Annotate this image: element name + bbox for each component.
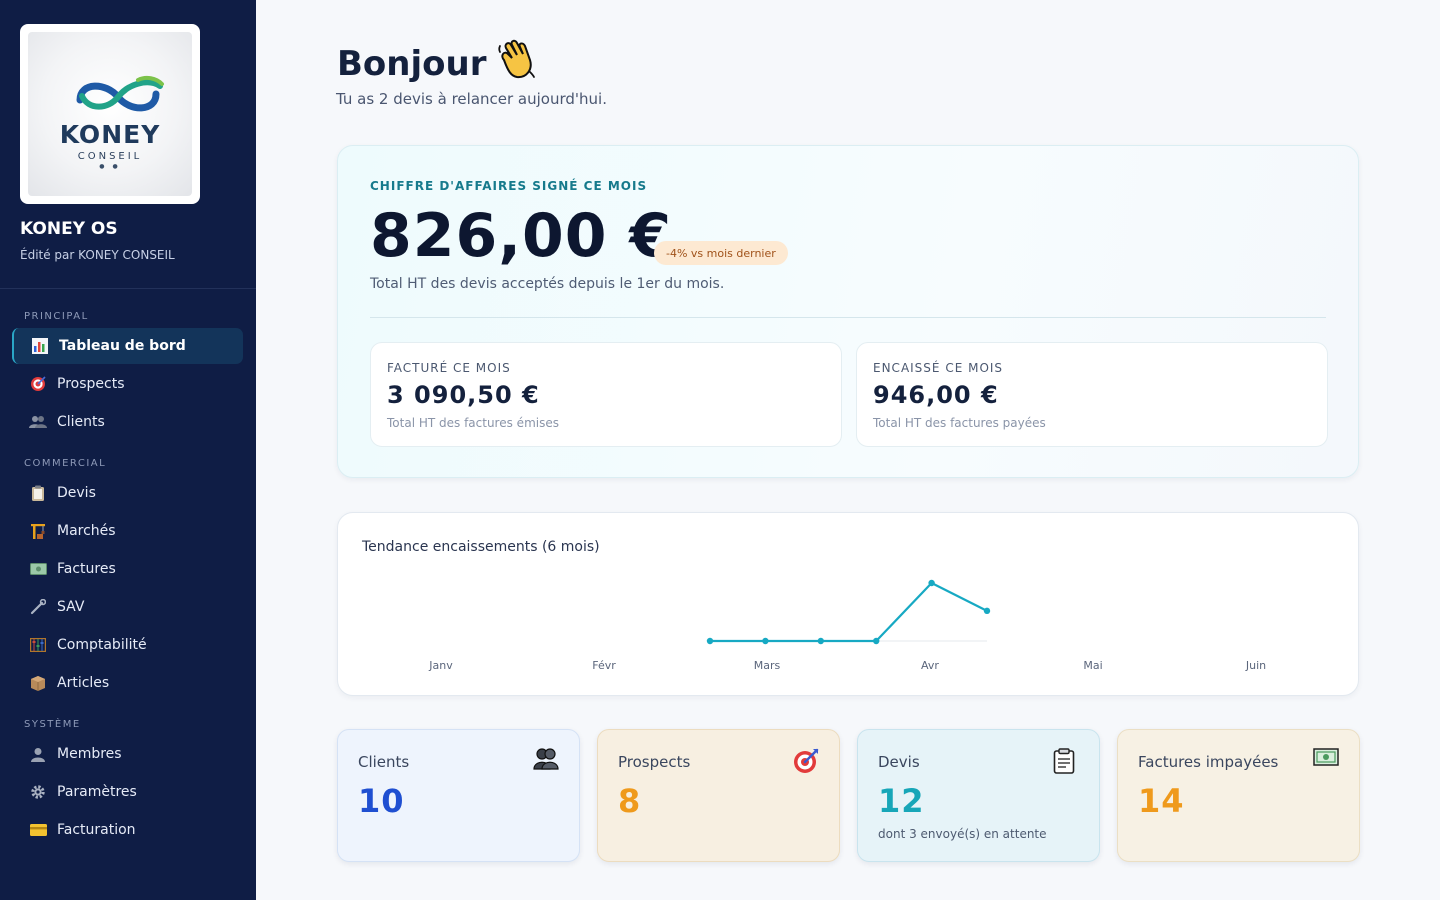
logo-wordmark: KONEY xyxy=(59,120,161,149)
sidebar-item-devis[interactable]: Devis xyxy=(12,475,243,511)
logo-dots: ● ● xyxy=(99,163,121,170)
sidebar-item-label: Facturation xyxy=(57,822,136,838)
stat-value: 12 xyxy=(878,782,925,820)
chart-point-1[interactable] xyxy=(762,637,769,645)
revenue-label: CHIFFRE D'AFFAIRES SIGNÉ CE MOIS xyxy=(370,179,648,193)
chart-tick-label: Févr xyxy=(592,659,616,672)
clipboard-icon xyxy=(1053,748,1079,774)
sidebar-item-label: Prospects xyxy=(57,376,125,392)
user-icon xyxy=(28,746,48,762)
box-icon xyxy=(28,675,48,691)
credit-card-icon xyxy=(28,822,48,838)
target-icon xyxy=(28,376,48,392)
invoiced-label: FACTURÉ CE MOIS xyxy=(387,361,511,375)
infinity-logo-icon xyxy=(76,75,164,112)
chart-point-3[interactable] xyxy=(873,637,880,645)
target-icon xyxy=(793,748,819,774)
wrench-icon xyxy=(28,599,48,615)
chart-tick-label: Mars xyxy=(754,659,781,672)
chart-point-2[interactable] xyxy=(817,637,824,645)
waving-hand-icon xyxy=(496,38,536,89)
app-publisher: Édité par KONEY CONSEIL xyxy=(20,248,175,262)
stat-value: 8 xyxy=(618,782,642,820)
users-icon xyxy=(28,414,48,430)
company-logo[interactable]: KONEY CONSEIL ● ● xyxy=(20,24,200,204)
sidebar-item-label: Membres xyxy=(57,746,122,762)
trend-chart-card: Tendance encaissements (6 mois) Janv Févr… xyxy=(337,512,1359,696)
abacus-icon xyxy=(28,637,48,653)
cashed-description: Total HT des factures payées xyxy=(873,416,1046,430)
sidebar-item-parametres[interactable]: Paramètres xyxy=(12,774,243,810)
sidebar-item-clients[interactable]: Clients xyxy=(12,404,243,440)
trend-chart: Janv Févr Mars Avr Mai Juin xyxy=(428,579,1266,672)
revenue-trend-badge: -4% vs mois dernier xyxy=(654,241,788,265)
chart-tick-label: Juin xyxy=(1245,659,1266,672)
sidebar-item-label: Articles xyxy=(57,675,110,691)
gear-icon xyxy=(28,784,48,800)
revenue-value: 826,00 € xyxy=(370,201,673,271)
chart-point-5[interactable] xyxy=(983,607,991,615)
stat-card-factures-impayées[interactable]: Factures impayées 14 xyxy=(1117,729,1360,862)
stat-label: Devis xyxy=(878,753,920,771)
stat-description: dont 3 envoyé(s) en attente xyxy=(878,827,1047,841)
app-name: KONEY OS xyxy=(20,219,118,239)
invoiced-description: Total HT des factures émises xyxy=(387,416,559,430)
sidebar-item-label: Comptabilité xyxy=(57,637,147,653)
sidebar-item-membres[interactable]: Membres xyxy=(12,736,243,772)
sidebar-item-label: Marchés xyxy=(57,523,116,539)
revenue-card: CHIFFRE D'AFFAIRES SIGNÉ CE MOIS 826,00 … xyxy=(337,145,1359,478)
greeting-text: Bonjour xyxy=(337,43,487,84)
stat-label: Prospects xyxy=(618,753,691,771)
stat-card-devis[interactable]: Devis 12 dont 3 envoyé(s) en attente xyxy=(857,729,1100,862)
chart-point-4[interactable] xyxy=(928,579,935,587)
invoiced-card: FACTURÉ CE MOIS 3 090,50 € Total HT des … xyxy=(370,342,842,447)
sidebar: KONEY CONSEIL ● ● KONEY OS Édité par KON… xyxy=(0,0,256,900)
sidebar-item-factures[interactable]: Factures xyxy=(12,551,243,587)
sidebar-item-label: Devis xyxy=(57,485,96,501)
stat-value: 14 xyxy=(1138,782,1185,820)
crane-icon xyxy=(28,523,48,539)
cashed-card: ENCAISSÉ CE MOIS 946,00 € Total HT des f… xyxy=(856,342,1328,447)
stat-card-prospects[interactable]: Prospects 8 xyxy=(597,729,840,862)
sidebar-item-facturation[interactable]: Facturation xyxy=(12,812,243,848)
banknote-icon xyxy=(1313,748,1339,774)
logo-background: KONEY CONSEIL ● ● xyxy=(28,32,192,196)
logo-subtitle: CONSEIL xyxy=(77,151,143,162)
sidebar-item-label: Clients xyxy=(57,414,105,430)
sidebar-item-sav[interactable]: SAV xyxy=(12,589,243,625)
chart-point-0[interactable] xyxy=(706,637,714,645)
section-label-commercial: COMMERCIAL xyxy=(24,458,107,469)
chart-series-line xyxy=(710,581,988,643)
sidebar-item-tableau-de-bord[interactable]: Tableau de bord xyxy=(12,328,243,364)
sidebar-item-prospects[interactable]: Prospects xyxy=(12,366,243,402)
sidebar-item-label: Tableau de bord xyxy=(59,338,186,354)
sidebar-item-label: SAV xyxy=(57,599,85,615)
stat-label: Clients xyxy=(358,753,410,771)
sidebar-item-label: Factures xyxy=(57,561,116,577)
cashed-value: 946,00 € xyxy=(873,381,999,409)
users-icon xyxy=(533,748,559,774)
stat-label: Factures impayées xyxy=(1138,753,1279,771)
clipboard-icon xyxy=(28,485,48,501)
invoiced-value: 3 090,50 € xyxy=(387,381,540,409)
section-label-principal: PRINCIPAL xyxy=(24,311,89,322)
chart-tick-label: Avr xyxy=(921,659,939,672)
stat-card-clients[interactable]: Clients 10 xyxy=(337,729,580,862)
banknote-icon xyxy=(28,561,48,577)
chart-tick-label: Janv xyxy=(428,659,453,672)
page-title: Bonjour xyxy=(337,38,536,89)
bar-chart-icon xyxy=(30,338,50,354)
section-label-systeme: SYSTÈME xyxy=(24,719,81,730)
sidebar-item-label: Paramètres xyxy=(57,784,137,800)
page-subtitle: Tu as 2 devis à relancer aujourd'hui. xyxy=(336,90,607,108)
chart-tick-label: Mai xyxy=(1083,659,1102,672)
sidebar-divider xyxy=(0,288,256,289)
stat-value: 10 xyxy=(358,782,405,820)
revenue-description: Total HT des devis acceptés depuis le 1e… xyxy=(370,276,725,292)
sidebar-item-marches[interactable]: Marchés xyxy=(12,513,243,549)
revenue-divider xyxy=(370,317,1326,318)
sidebar-item-articles[interactable]: Articles xyxy=(12,665,243,701)
sidebar-item-comptabilite[interactable]: Comptabilité xyxy=(12,627,243,663)
cashed-label: ENCAISSÉ CE MOIS xyxy=(873,361,1004,375)
